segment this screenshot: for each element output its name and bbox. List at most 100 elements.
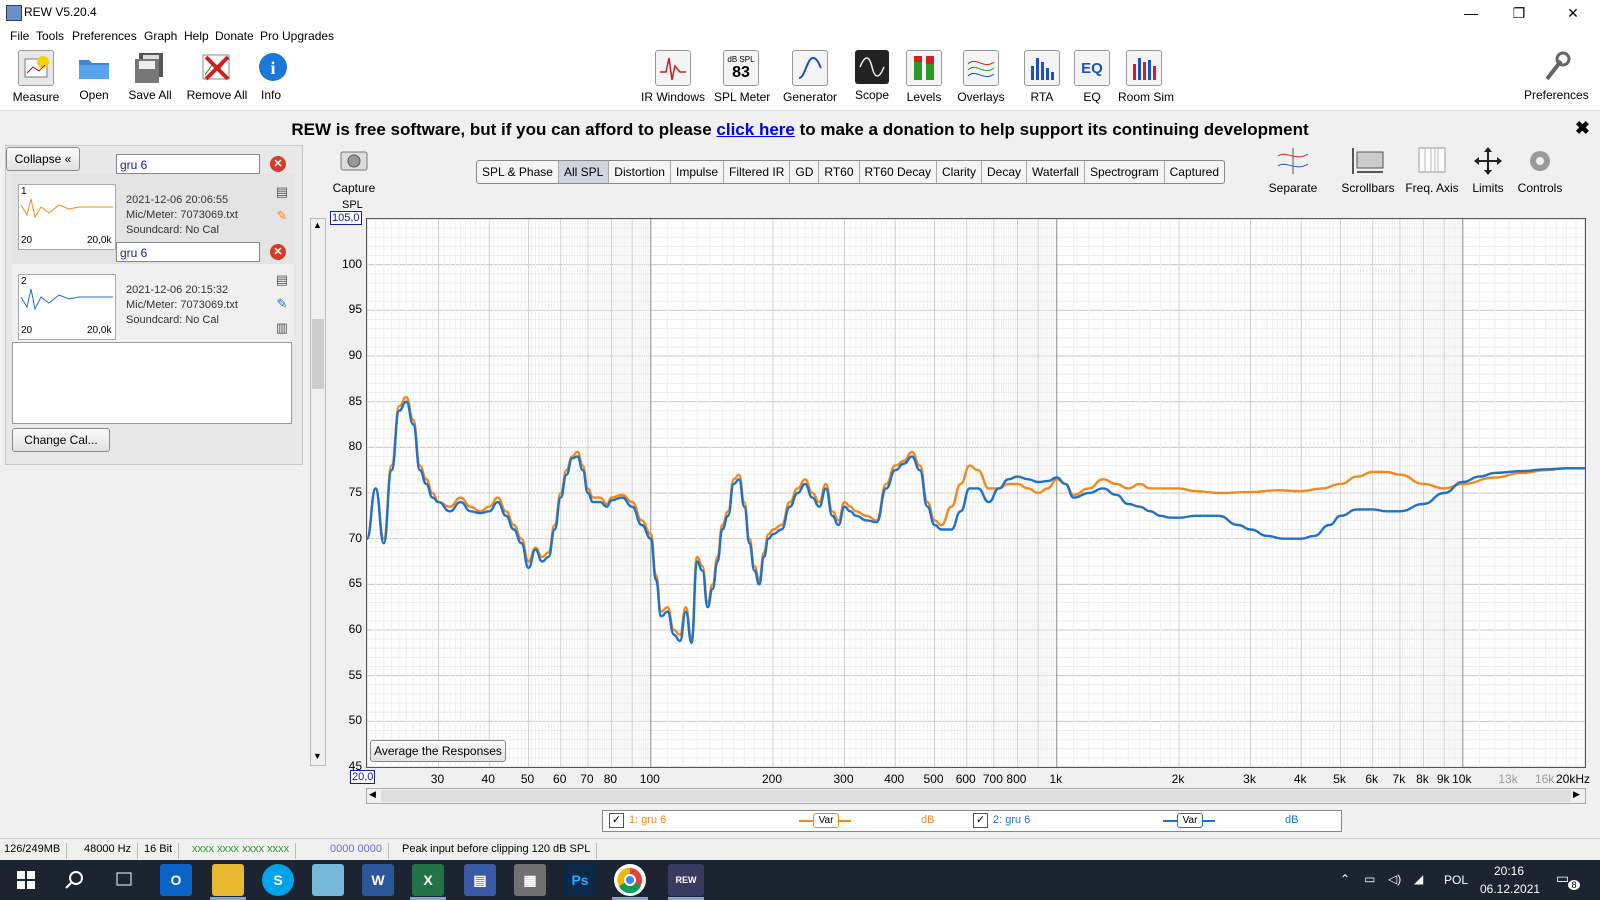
preferences-button[interactable]: Preferences <box>1524 50 1589 102</box>
generator-button[interactable]: Generator <box>782 50 838 104</box>
vertical-scroll-thumb[interactable] <box>312 319 324 389</box>
horizontal-scrollbar[interactable]: ◀ ▶ <box>366 788 1586 804</box>
network-icon[interactable]: ◢ <box>1414 872 1423 886</box>
rta-button[interactable]: RTA <box>1024 50 1060 104</box>
tab-captured[interactable]: Captured <box>1165 161 1224 183</box>
measurement-name-input-1[interactable]: gru 6 <box>116 154 260 174</box>
rew-taskbar-icon[interactable]: REW <box>668 864 704 896</box>
word-icon[interactable]: W <box>362 864 394 896</box>
close-button[interactable]: ✕ <box>1550 0 1596 26</box>
photoshop-icon[interactable]: Ps <box>564 864 596 896</box>
banner-close-icon[interactable]: ✖ <box>1575 118 1590 139</box>
legend-checkbox-2[interactable]: ✓ <box>973 813 988 828</box>
tray-chevron-icon[interactable]: ⌃ <box>1340 872 1350 886</box>
menu-help[interactable]: Help <box>184 29 209 43</box>
y-top-limit-field[interactable]: 105,0 <box>330 211 362 225</box>
clock-time[interactable]: 20:16 <box>1494 864 1524 878</box>
menu-tools[interactable]: Tools <box>36 29 64 43</box>
excel-icon[interactable]: X <box>412 864 444 896</box>
measurement-card-2[interactable]: 2 20 20,0k 2021-12-06 20:15:32 Mic/Meter… <box>12 264 294 344</box>
y-tick-label: 65 <box>348 576 362 591</box>
legend-mode-1[interactable]: Var <box>813 813 839 828</box>
scroll-left-icon[interactable]: ◀ <box>369 789 376 800</box>
measure-button[interactable]: Measure <box>12 50 60 104</box>
horizontal-scroll-thumb[interactable] <box>381 790 1571 802</box>
delete-measurement-icon[interactable]: ✕ <box>270 156 286 172</box>
notes-area[interactable] <box>12 342 292 424</box>
scroll-down-icon[interactable]: ▼ <box>313 751 322 761</box>
legend-mode-2[interactable]: Var <box>1177 813 1203 828</box>
save-all-button[interactable]: Save All <box>125 50 175 102</box>
donate-link[interactable]: click here <box>716 120 794 139</box>
start-windows-icon[interactable] <box>10 864 42 896</box>
remove-all-button[interactable]: Remove All <box>186 50 248 102</box>
eq-button[interactable]: EQ EQ <box>1074 50 1110 104</box>
x-tick-label: 2k <box>1171 772 1185 786</box>
freq-axis-button[interactable]: Freq. Axis <box>1404 146 1460 195</box>
spl-meter-button[interactable]: dB SPL 83 SPL Meter <box>714 50 770 104</box>
file-explorer-icon[interactable] <box>212 864 244 896</box>
save-app-icon[interactable]: ▤ <box>464 864 496 896</box>
menu-preferences[interactable]: Preferences <box>72 29 137 43</box>
menu-donate[interactable]: Donate <box>215 29 254 43</box>
scroll-up-icon[interactable]: ▲ <box>313 220 322 230</box>
levels-button[interactable]: Levels <box>904 50 944 104</box>
tab-impulse[interactable]: Impulse <box>671 161 725 183</box>
delete-measurement-icon[interactable]: ✕ <box>270 244 286 260</box>
menu-pro-upgrades[interactable]: Pro Upgrades <box>260 29 334 43</box>
color-pen-icon[interactable]: ✎ <box>275 208 289 223</box>
change-cal-button[interactable]: Change Cal... <box>12 428 110 452</box>
scrollbars-button[interactable]: Scrollbars <box>1340 146 1396 195</box>
scroll-right-icon[interactable]: ▶ <box>1573 789 1580 800</box>
outlook-icon[interactable]: O <box>160 864 192 896</box>
spl-graph[interactable] <box>366 218 1586 768</box>
search-icon[interactable] <box>58 864 90 896</box>
tab-clarity[interactable]: Clarity <box>937 161 983 183</box>
tab-distortion[interactable]: Distortion <box>609 161 671 183</box>
input-language[interactable]: POL <box>1444 873 1468 887</box>
ir-windows-button[interactable]: IR Windows <box>640 50 706 104</box>
battery-icon[interactable]: ▭ <box>1364 872 1375 886</box>
tab-gd[interactable]: GD <box>790 161 820 183</box>
chrome-icon[interactable] <box>614 864 646 896</box>
x-left-limit-field[interactable]: 20,0 <box>350 770 376 784</box>
volume-icon[interactable]: ◁) <box>1388 872 1401 886</box>
tab-spectrogram[interactable]: Spectrogram <box>1085 161 1165 183</box>
title-bar: REW V5.20.4 — ❐ ✕ <box>0 0 1600 26</box>
menu-file[interactable]: File <box>10 29 29 43</box>
collapse-button[interactable]: Collapse « <box>6 147 80 171</box>
clock-date[interactable]: 06.12.2021 <box>1480 882 1540 896</box>
collapse-chevrons-icon: « <box>64 152 72 166</box>
room-sim-button[interactable]: Room Sim <box>1118 50 1174 104</box>
separate-button[interactable]: Separate <box>1266 146 1320 195</box>
notes-icon[interactable]: ▥ <box>275 320 289 335</box>
controls-button[interactable]: Controls <box>1516 146 1564 195</box>
measurement-name-input-2[interactable]: gru 6 <box>116 242 260 262</box>
tab-all-spl[interactable]: All SPL <box>558 161 610 183</box>
tab-filtered-ir[interactable]: Filtered IR <box>724 161 791 183</box>
tab-rt60[interactable]: RT60 <box>819 161 860 183</box>
scope-button[interactable]: Scope <box>852 50 892 102</box>
open-button[interactable]: Open <box>72 50 116 102</box>
tab-decay[interactable]: Decay <box>982 161 1028 183</box>
maximize-button[interactable]: ❐ <box>1496 0 1542 26</box>
capture-button[interactable]: Capture <box>328 146 380 195</box>
task-view-icon[interactable] <box>108 864 140 896</box>
info-button[interactable]: i Info <box>256 50 287 102</box>
menu-graph[interactable]: Graph <box>144 29 177 43</box>
app-icon[interactable] <box>312 864 344 896</box>
overlays-button[interactable]: Overlays <box>956 50 1006 104</box>
skype-icon[interactable]: S <box>262 864 294 896</box>
legend-checkbox-1[interactable]: ✓ <box>609 813 624 828</box>
tab-waterfall[interactable]: Waterfall <box>1027 161 1085 183</box>
tab-spl-phase[interactable]: SPL & Phase <box>477 161 559 183</box>
vertical-scrollbar[interactable]: ▲ ▼ <box>310 218 326 766</box>
average-responses-button[interactable]: Average the Responses <box>370 740 506 762</box>
color-pen-icon[interactable]: ✎ <box>275 296 289 311</box>
calculator-icon[interactable]: ▦ <box>514 864 546 896</box>
save-measurement-icon[interactable]: ▤ <box>275 272 289 287</box>
limits-button[interactable]: Limits <box>1468 146 1508 195</box>
tab-rt60-decay[interactable]: RT60 Decay <box>860 161 937 183</box>
minimize-button[interactable]: — <box>1448 0 1494 26</box>
save-measurement-icon[interactable]: ▤ <box>275 184 289 199</box>
